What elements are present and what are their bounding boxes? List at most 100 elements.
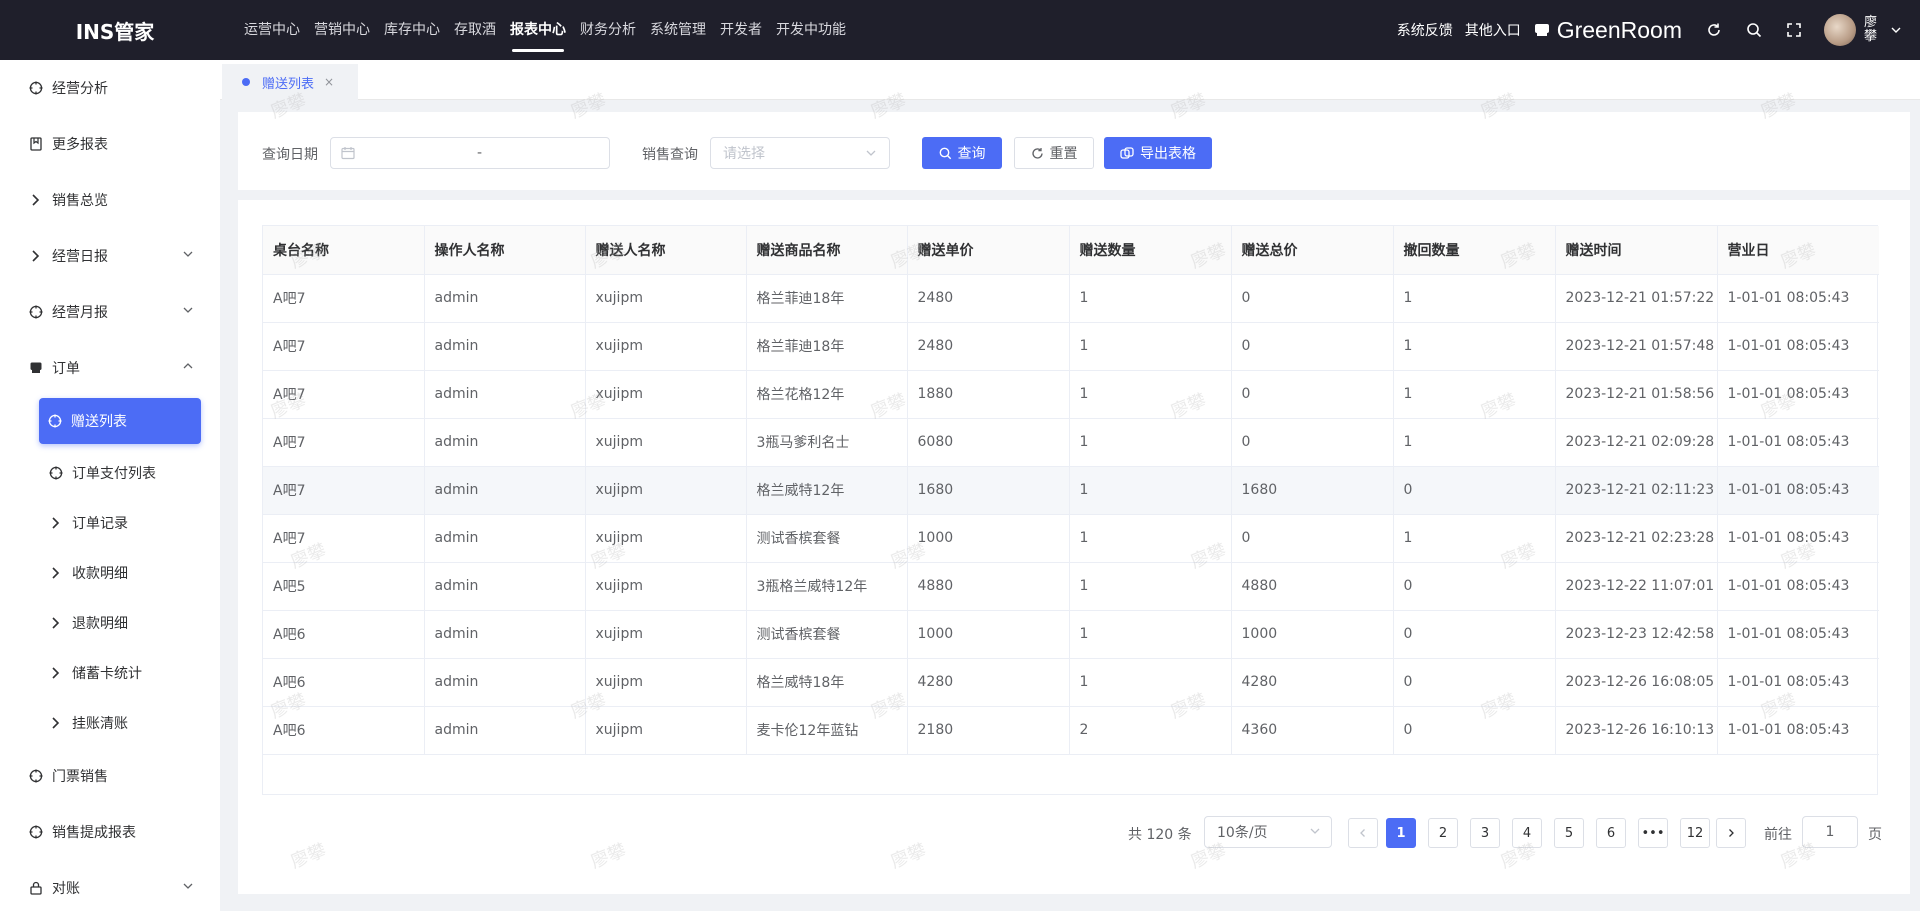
goto-page-input[interactable]: 1: [1802, 816, 1858, 848]
table-cell: 格兰威特18年: [746, 658, 908, 707]
page-button[interactable]: 2: [1428, 818, 1458, 848]
sidebar-item[interactable]: 退款明细: [0, 603, 220, 643]
topnav-item[interactable]: 开发者: [720, 0, 762, 60]
column-header[interactable]: 操作人名称: [424, 226, 586, 275]
table-row[interactable]: A吧6 admin xujipm 麦卡伦12年蓝钻 2180 2 4360 0 2023-12-…: [263, 706, 1879, 755]
sidebar-item[interactable]: 更多报表: [0, 124, 220, 164]
tab-gift-list[interactable]: 赠送列表 ×: [222, 64, 358, 100]
reset-button[interactable]: 重置: [1014, 137, 1094, 169]
column-header[interactable]: 赠送商品名称: [746, 226, 908, 275]
sidebar-item-label: 经营日报: [52, 249, 108, 265]
topnav-item[interactable]: 存取酒: [454, 0, 496, 60]
topnav-item[interactable]: 财务分析: [580, 0, 636, 60]
table-row[interactable]: A吧6 admin xujipm 测试香槟套餐 1000 1 1000 0 2023-12-23…: [263, 610, 1879, 659]
other-entry-link[interactable]: 其他入口: [1465, 20, 1521, 40]
column-header[interactable]: 赠送人名称: [585, 226, 747, 275]
topnav-item[interactable]: 系统管理: [650, 0, 706, 60]
column-header[interactable]: 赠送总价: [1231, 226, 1394, 275]
table-cell: admin: [424, 610, 586, 659]
sidebar-item[interactable]: 门票销售: [0, 756, 220, 796]
sidebar-item[interactable]: 经营日报: [0, 236, 220, 276]
table-row[interactable]: A吧7 admin xujipm 格兰花格12年 1880 1 0 1 2023-12-21 0…: [263, 370, 1879, 419]
sidebar-item-label: 门票销售: [52, 769, 108, 785]
column-header[interactable]: 桌台名称: [263, 226, 425, 275]
more-pages-button[interactable]: •••: [1638, 818, 1668, 848]
sidebar-item[interactable]: 销售总览: [0, 180, 220, 220]
table-row[interactable]: A吧6 admin xujipm 格兰威特18年 4280 1 4280 0 2023-12-2…: [263, 658, 1879, 707]
sidebar-item-label: 订单: [52, 361, 80, 377]
table-row[interactable]: A吧7 admin xujipm 格兰威特12年 1680 1 1680 0 2023-12-2…: [263, 466, 1879, 515]
table-cell: 0: [1231, 514, 1394, 563]
bookmark-icon: [28, 136, 44, 152]
sidebar-item[interactable]: 订单支付列表: [0, 453, 220, 493]
table-cell: 4880: [1231, 562, 1394, 611]
chevron-down-icon: [182, 304, 198, 320]
topnav-item[interactable]: 营销中心: [314, 0, 370, 60]
sidebar-item[interactable]: 经营月报: [0, 292, 220, 332]
top-bar: INS管家 运营中心 营销中心 库存中心 存取酒 报表中心 财务分析 系统管理 开发者 开发中功…: [0, 0, 1920, 60]
page-button[interactable]: 1: [1386, 818, 1416, 848]
table-cell: 3瓶格兰威特12年: [746, 562, 908, 611]
app-logo[interactable]: INS管家: [0, 16, 230, 45]
table-cell: 1-01-01 08:05:43: [1717, 706, 1879, 755]
topnav-item[interactable]: 库存中心: [384, 0, 440, 60]
prev-page-button[interactable]: [1348, 818, 1378, 848]
table-row[interactable]: A吧7 admin xujipm 3瓶马爹利名士 6080 1 0 1 2023-12-21 0…: [263, 418, 1879, 467]
box-icon: [28, 360, 44, 376]
table-row[interactable]: A吧7 admin xujipm 测试香槟套餐 1000 1 0 1 2023-12-21 02…: [263, 514, 1879, 563]
table-cell: xujipm: [585, 706, 747, 755]
sidebar-item-label: 订单支付列表: [72, 466, 156, 482]
gift-table: 桌台名称 操作人名称 赠送人名称 赠送商品名称 赠送单价 赠送数量 赠送总价 撤回数量 赠送时间…: [263, 226, 1879, 755]
close-icon[interactable]: ×: [324, 75, 334, 89]
date-range-input[interactable]: -: [330, 137, 610, 169]
table-cell: 1-01-01 08:05:43: [1717, 514, 1879, 563]
table-cell: 2023-12-21 01:58:56: [1555, 370, 1718, 419]
sidebar-item[interactable]: 经营分析: [0, 68, 220, 108]
page-button[interactable]: 4: [1512, 818, 1542, 848]
column-header[interactable]: 赠送数量: [1069, 226, 1232, 275]
search-icon[interactable]: [1744, 20, 1764, 40]
column-header[interactable]: 营业日: [1717, 226, 1879, 275]
page-button[interactable]: 6: [1596, 818, 1626, 848]
query-button[interactable]: 查询: [922, 137, 1002, 169]
sidebar-item[interactable]: 订单记录: [0, 503, 220, 543]
table-row[interactable]: A吧7 admin xujipm 格兰菲迪18年 2480 1 0 1 2023-12-21 0…: [263, 274, 1879, 323]
feedback-link[interactable]: 系统反馈: [1397, 20, 1453, 40]
page-button[interactable]: 5: [1554, 818, 1584, 848]
sales-select[interactable]: 请选择: [710, 137, 890, 169]
sidebar-item[interactable]: 储蓄卡统计: [0, 653, 220, 693]
column-header[interactable]: 赠送时间: [1555, 226, 1718, 275]
sidebar-item[interactable]: 赠送列表: [39, 398, 201, 444]
export-button[interactable]: 导出表格: [1104, 137, 1212, 169]
user-name[interactable]: 廖攀: [1864, 16, 1880, 44]
sidebar-item[interactable]: 订单: [0, 348, 220, 388]
next-page-button[interactable]: [1716, 818, 1746, 848]
pagination: 共 120 条 10条/页 1 2 3 4 5 6 ••• 12 前往 1 页: [238, 816, 1910, 848]
sidebar-item[interactable]: 收款明细: [0, 553, 220, 593]
search-icon: [939, 147, 952, 160]
table-row[interactable]: A吧7 admin xujipm 格兰菲迪18年 2480 1 0 1 2023-12-21 0…: [263, 322, 1879, 371]
store-switcher[interactable]: GreenRoom: [1533, 17, 1682, 44]
topnav-item[interactable]: 开发中功能: [776, 0, 846, 60]
table-cell: 1: [1069, 610, 1232, 659]
page-size-select[interactable]: 10条/页: [1204, 816, 1332, 848]
date-separator: -: [477, 145, 483, 161]
table-cell: 0: [1231, 418, 1394, 467]
avatar[interactable]: [1824, 14, 1856, 46]
topnav-item[interactable]: 报表中心: [510, 0, 566, 60]
topnav-item[interactable]: 运营中心: [244, 0, 300, 60]
refresh-icon[interactable]: [1704, 20, 1724, 40]
column-header[interactable]: 赠送单价: [907, 226, 1070, 275]
table-row[interactable]: A吧5 admin xujipm 3瓶格兰威特12年 4880 1 4880 0 2023-12…: [263, 562, 1879, 611]
sidebar-item[interactable]: 对账: [0, 868, 220, 908]
top-navigation: 运营中心 营销中心 库存中心 存取酒 报表中心 财务分析 系统管理 开发者 开发中功能: [244, 0, 860, 60]
page-button[interactable]: 12: [1680, 818, 1710, 848]
column-header[interactable]: 撤回数量: [1393, 226, 1556, 275]
table-cell: xujipm: [585, 514, 747, 563]
chevron-down-icon[interactable]: [1886, 20, 1906, 40]
page-button[interactable]: 3: [1470, 818, 1500, 848]
refresh-icon: [1031, 147, 1044, 160]
sidebar-item[interactable]: 销售提成报表: [0, 812, 220, 852]
fullscreen-icon[interactable]: [1784, 20, 1804, 40]
sidebar-item[interactable]: 挂账清账: [0, 703, 220, 743]
